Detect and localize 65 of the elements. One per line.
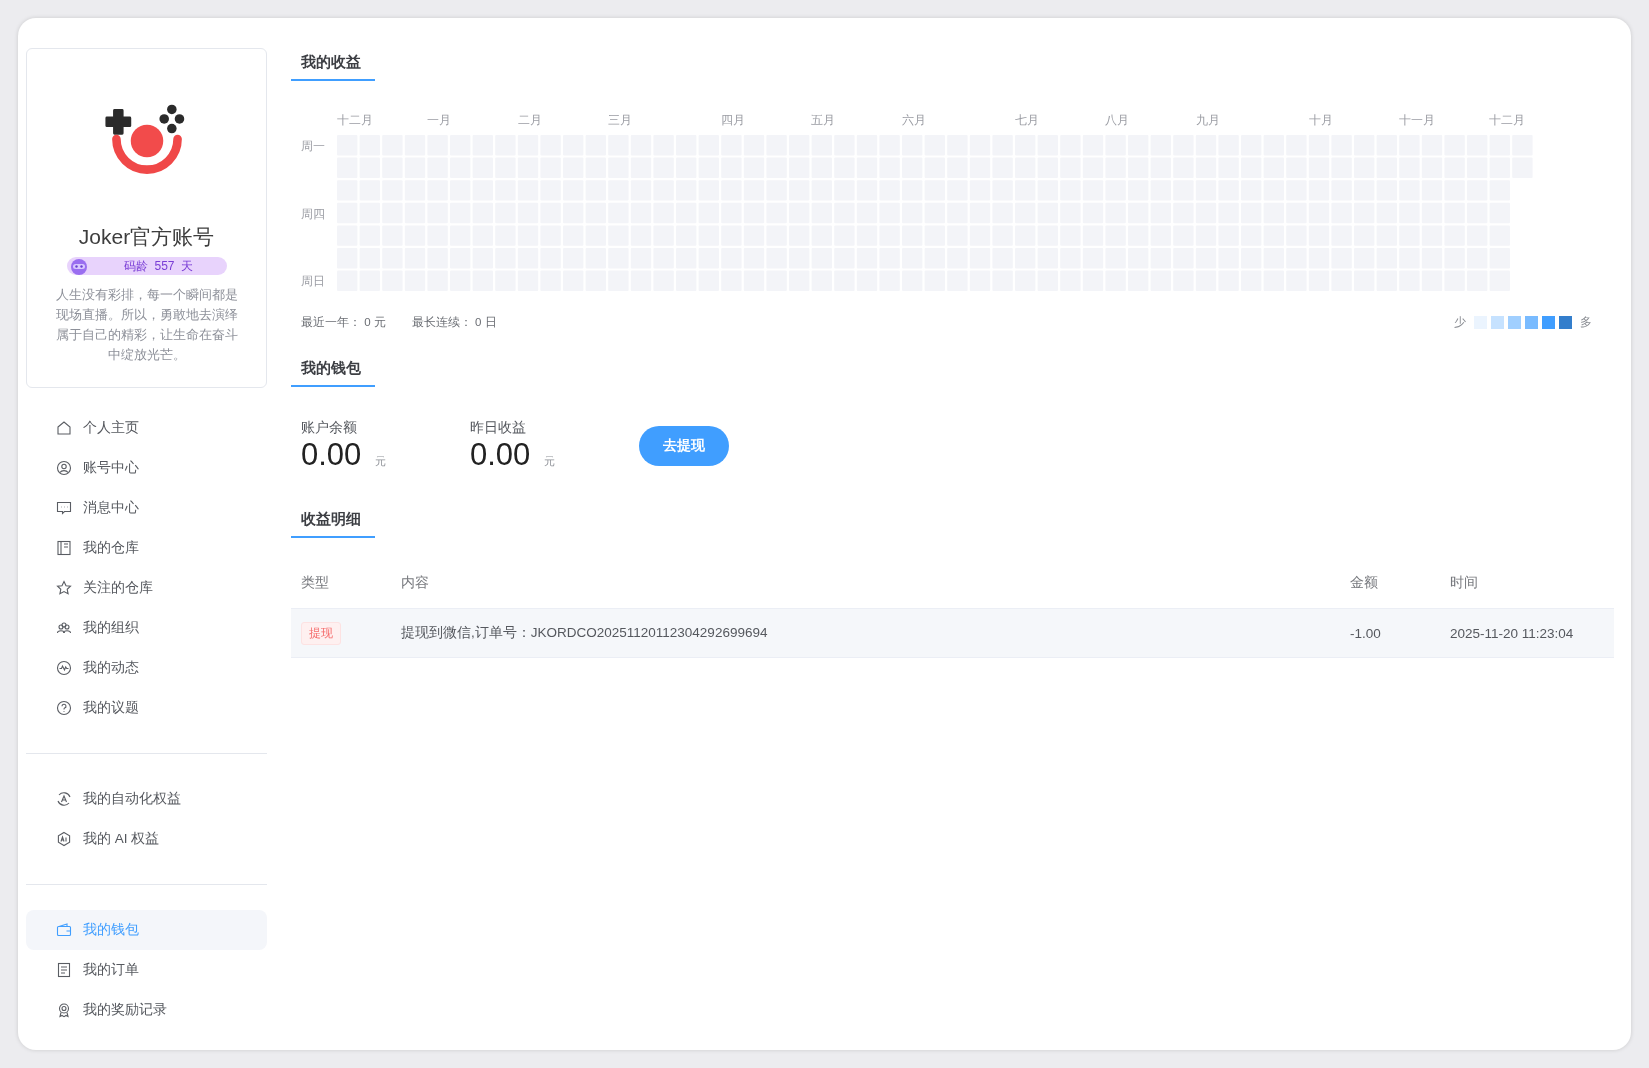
type-tag: 提现	[301, 621, 341, 645]
column-header: 内容	[400, 574, 430, 593]
section-title: 我的钱包	[291, 354, 375, 388]
stat-unit: 元	[375, 454, 387, 470]
table-cell-text: 2025-11-20 11:23:04	[1449, 625, 1575, 641]
stat-label: 昨日收益	[470, 419, 527, 438]
ai-icon	[56, 831, 72, 848]
sidebar-item[interactable]: 消息中心	[26, 488, 267, 529]
month-label: 一月	[427, 113, 453, 128]
award-icon	[56, 1002, 72, 1018]
month-label: 七月	[1014, 113, 1040, 128]
wallet-icon	[56, 922, 72, 938]
sidebar-item[interactable]: 我的奖励记录	[26, 990, 267, 1030]
repo-icon	[56, 540, 72, 557]
sidebar-item[interactable]: 我的自动化权益	[26, 779, 267, 820]
sidebar-item[interactable]: 我的仓库	[26, 528, 267, 569]
legend-more-label: 多	[1580, 315, 1592, 331]
sidebar-item[interactable]: 关注的仓库	[26, 568, 267, 609]
month-label: 十月	[1308, 113, 1334, 128]
sidebar-item[interactable]: 我的 AI 权益	[26, 819, 267, 860]
weekday-label: 周一	[301, 138, 326, 154]
sidebar-item[interactable]: 个人主页	[26, 408, 267, 449]
auto-icon	[56, 791, 72, 808]
stat-value: 0.00	[470, 437, 531, 474]
legend-less-label: 少	[1454, 315, 1466, 331]
order-icon	[56, 962, 72, 978]
question-icon	[56, 700, 72, 717]
month-label: 八月	[1105, 113, 1131, 128]
summary-text: 最近一年： 0 元	[301, 315, 386, 331]
section-title: 我的收益	[291, 48, 375, 81]
column-header: 时间	[1449, 574, 1479, 593]
month-label: 十二月	[1489, 113, 1527, 128]
section-title: 收益明细	[291, 505, 375, 539]
sidebar-item[interactable]: 账号中心	[26, 448, 267, 489]
month-label: 十一月	[1398, 113, 1436, 128]
weekday-label: 周日	[301, 274, 326, 290]
stat-label: 账户余额	[301, 419, 358, 438]
sidebar-item[interactable]: 我的订单	[26, 950, 267, 990]
month-label: 二月	[517, 113, 543, 128]
sidebar-item[interactable]: 我的动态	[26, 648, 267, 689]
profile-bio: 人生没有彩排，每一个瞬间都是现场直播。所以，勇敢地去演绎属于自己的精彩，让生命在奋斗中绽放光芒。	[54, 286, 239, 364]
weekday-label: 周四	[301, 206, 326, 222]
column-header: 金额	[1349, 574, 1379, 593]
star-icon	[56, 580, 72, 597]
robot-face-icon	[68, 256, 89, 276]
table-cell-text: -1.00	[1349, 625, 1382, 641]
message-icon	[56, 500, 72, 517]
column-header: 类型	[300, 574, 330, 593]
month-label: 六月	[901, 113, 927, 128]
coding-age-text: 码龄 557 天	[122, 257, 195, 275]
stat-value: 0.00	[301, 437, 362, 474]
stat-unit: 元	[544, 454, 556, 470]
sidebar-item[interactable]: 我的议题	[26, 688, 267, 729]
activity-icon	[56, 660, 72, 677]
month-label: 四月	[721, 113, 747, 128]
month-label: 五月	[811, 113, 837, 128]
sidebar-item[interactable]: 我的组织	[26, 608, 267, 649]
account-icon	[56, 460, 72, 477]
table-cell-text: 提现到微信,订单号：JKORDCO20251120112304292699694	[400, 624, 769, 643]
month-label: 十二月	[337, 113, 374, 128]
summary-text: 最长连续： 0 日	[411, 315, 497, 331]
home-icon	[56, 420, 72, 437]
month-label: 三月	[608, 113, 634, 128]
month-label: 九月	[1195, 113, 1221, 128]
profile-name: Joker官方账号	[78, 224, 215, 250]
